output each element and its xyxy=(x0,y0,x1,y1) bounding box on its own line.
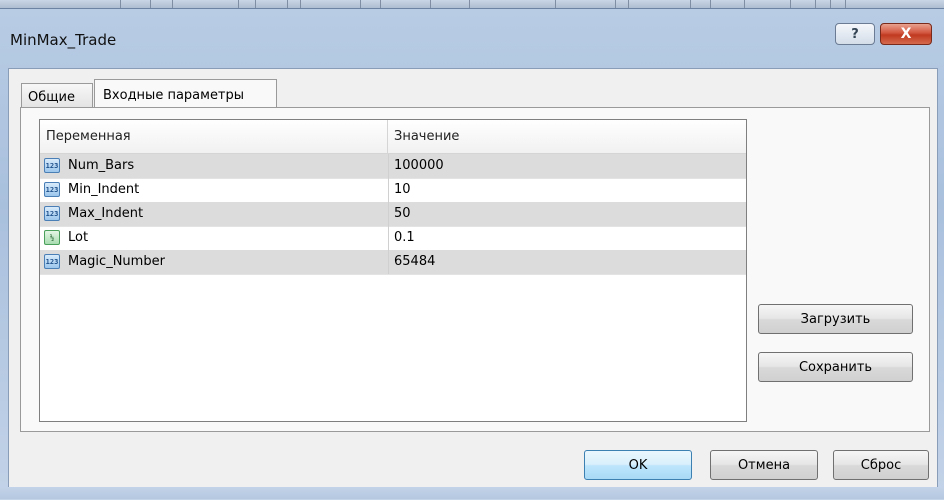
strip-tick xyxy=(430,0,431,8)
cancel-button[interactable]: Отмена xyxy=(710,450,818,480)
column-divider xyxy=(388,250,389,274)
strip-tick xyxy=(469,0,470,8)
strip-tick xyxy=(120,0,121,8)
window-title: MinMax_Trade xyxy=(10,31,117,49)
ok-button[interactable]: OK xyxy=(584,450,692,480)
parameter-name: Max_Indent xyxy=(68,206,144,221)
help-button[interactable]: ? xyxy=(835,23,875,45)
strip-tick xyxy=(690,0,691,8)
double-icon: ½ xyxy=(44,230,60,245)
table-row[interactable]: 123 Min_Indent 10 xyxy=(40,178,746,203)
strip-tick xyxy=(360,0,361,8)
tab-general[interactable]: Общие xyxy=(21,83,93,107)
parameter-value[interactable]: 10 xyxy=(394,178,734,202)
close-icon: X xyxy=(900,26,912,42)
strip-tick xyxy=(710,0,711,8)
parameter-name: Lot xyxy=(68,230,89,245)
column-divider xyxy=(388,202,389,226)
column-divider xyxy=(388,178,389,202)
window-bottom-border xyxy=(0,487,944,499)
parameter-value[interactable]: 50 xyxy=(394,202,734,226)
parameter-value[interactable]: 0.1 xyxy=(394,226,734,250)
column-header-value[interactable]: Значение xyxy=(388,120,746,153)
save-button[interactable]: Сохранить xyxy=(758,352,913,382)
tab-panel-input-parameters: Переменная Значение 123 Num_Bars 100000 … xyxy=(20,107,930,432)
table-row[interactable]: 123 Magic_Number 65484 xyxy=(40,250,746,275)
parameter-name: Min_Indent xyxy=(68,182,140,197)
table-row[interactable]: ½ Lot 0.1 xyxy=(40,226,746,251)
column-header-variable[interactable]: Переменная xyxy=(40,120,388,153)
strip-tick xyxy=(172,0,173,8)
strip-tick xyxy=(255,0,256,8)
table-row[interactable]: 123 Max_Indent 50 xyxy=(40,202,746,227)
table-row[interactable]: 123 Num_Bars 100000 xyxy=(40,154,746,179)
integer-icon: 123 xyxy=(44,182,60,197)
dialog-window: MinMax_Trade ? X Общие Входные параметры… xyxy=(0,8,944,500)
strip-tick xyxy=(845,0,846,8)
strip-tick xyxy=(790,0,791,8)
strip-tick xyxy=(744,0,745,8)
integer-icon: 123 xyxy=(44,254,60,269)
strip-tick xyxy=(555,0,556,8)
strip-tick xyxy=(238,0,239,8)
column-divider xyxy=(388,226,389,250)
background-toolbar-strip xyxy=(0,0,944,8)
integer-icon: 123 xyxy=(44,158,60,173)
strip-tick xyxy=(615,0,616,8)
close-button[interactable]: X xyxy=(880,23,932,45)
column-divider xyxy=(388,154,389,178)
reset-button[interactable]: Сброс xyxy=(833,450,929,480)
parameter-name: Magic_Number xyxy=(68,254,165,269)
parameter-value[interactable]: 65484 xyxy=(394,250,734,274)
parameter-name: Num_Bars xyxy=(68,158,135,173)
load-button[interactable]: Загрузить xyxy=(758,304,913,334)
strip-tick xyxy=(380,0,381,8)
help-icon: ? xyxy=(851,26,859,42)
strip-tick xyxy=(287,0,288,8)
title-bar[interactable]: MinMax_Trade ? X xyxy=(0,9,944,61)
integer-icon: 123 xyxy=(44,206,60,221)
parameters-grid: Переменная Значение 123 Num_Bars 100000 … xyxy=(39,119,747,422)
parameter-value[interactable]: 100000 xyxy=(394,154,734,178)
grid-header: Переменная Значение xyxy=(40,120,746,154)
dialog-client-area: Общие Входные параметры Переменная Значе… xyxy=(8,68,938,490)
strip-tick xyxy=(815,0,816,8)
strip-tick xyxy=(150,0,151,8)
strip-tick xyxy=(300,0,301,8)
strip-tick xyxy=(628,0,629,8)
strip-tick xyxy=(830,0,831,8)
tab-input-parameters[interactable]: Входные параметры xyxy=(94,79,277,108)
